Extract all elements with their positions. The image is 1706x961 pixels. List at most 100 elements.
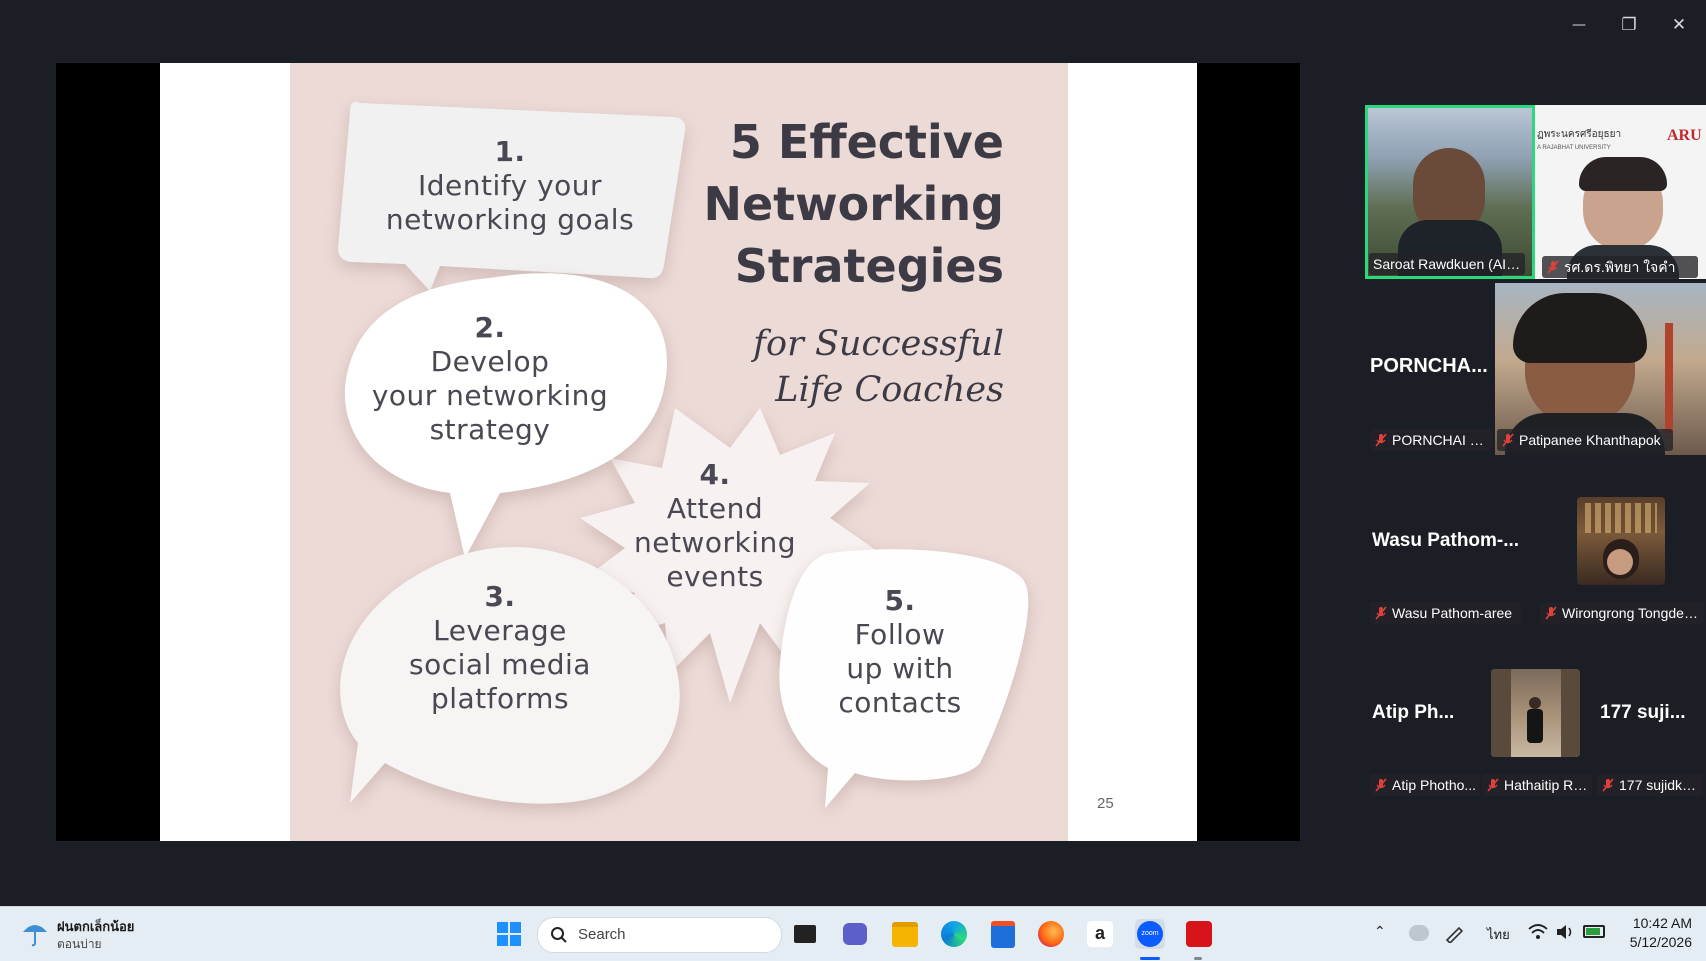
edge-button[interactable] <box>939 919 969 949</box>
participant-tile-wirongrong[interactable]: Wirongrong Tongdee... <box>1535 478 1706 628</box>
acrobat-button[interactable] <box>1184 919 1214 949</box>
bubble-4-text: 4. Attend networking events <box>590 458 840 594</box>
weather-period: ตอนบ่าย <box>57 937 102 951</box>
participant-display-name: Atip Ph... <box>1372 702 1455 723</box>
close-button[interactable]: ✕ <box>1656 8 1702 42</box>
bubble-3-line-1: Leverage <box>433 614 567 647</box>
subtitle-line-1: for Successful <box>753 324 1004 364</box>
bubble-4-line-1: Attend <box>666 492 764 525</box>
title-line-2: Networking <box>703 177 1004 231</box>
file-explorer-button[interactable] <box>890 919 920 949</box>
wifi-icon[interactable] <box>1528 923 1548 941</box>
weather-widget[interactable] <box>20 918 50 948</box>
battery-icon[interactable] <box>1583 925 1605 938</box>
restore-icon: ❐ <box>1621 15 1637 35</box>
task-view-icon <box>794 925 816 943</box>
participant-video <box>1368 108 1532 276</box>
slide-title: 5 Effective Networking Strategies <box>703 111 1004 297</box>
clock-date[interactable]: 5/12/2026 <box>1628 934 1692 950</box>
search-box[interactable]: Search <box>537 917 782 953</box>
participant-tile-wasu[interactable]: Wasu Pathom-... Wasu Pathom-aree <box>1365 478 1535 628</box>
bubble-2-number: 2. <box>474 311 506 344</box>
bubble-3-line-3: platforms <box>430 682 570 715</box>
teams-icon <box>843 923 867 945</box>
participant-name-label: Wasu Pathom-aree <box>1370 602 1521 624</box>
slide-subtitle: for Successful Life Coaches <box>753 321 1004 413</box>
muted-mic-icon <box>1547 260 1559 274</box>
participant-name-label: Hathaitip Ro... <box>1482 774 1592 796</box>
slide-page-number: 25 <box>1097 795 1114 812</box>
acrobat-icon <box>1186 921 1212 947</box>
pen-icon[interactable] <box>1444 923 1466 945</box>
bubble-5-number: 5. <box>884 584 916 617</box>
volume-icon[interactable] <box>1555 923 1575 941</box>
store-icon <box>991 920 1015 948</box>
participant-tile-saroat[interactable]: Saroat Rawdkuen (AI-MF... <box>1365 105 1535 279</box>
amazon-button[interactable]: a <box>1085 919 1115 949</box>
muted-mic-icon <box>1375 433 1387 447</box>
participant-tile-patipanee[interactable]: Patipanee Khanthapok <box>1495 283 1706 455</box>
folder-icon <box>892 921 918 947</box>
store-button[interactable] <box>988 919 1018 949</box>
task-view-button[interactable] <box>790 919 820 949</box>
muted-mic-icon <box>1375 606 1387 620</box>
university-banner-subtext: A RAJABHAT UNIVERSITY <box>1537 145 1611 151</box>
participant-name-text: รศ.ดร.พิทยา ใจคำ <box>1564 259 1676 275</box>
edge-icon <box>941 921 967 947</box>
zoom-button[interactable]: zoom <box>1135 919 1165 949</box>
weather-condition: ฝนตกเล็กน้อย <box>57 919 135 934</box>
participant-display-name: Wasu Pathom-... <box>1372 530 1520 551</box>
firefox-button[interactable] <box>1036 919 1066 949</box>
bubble-5-text: 5. Follow up with contacts <box>790 584 1010 720</box>
participant-name-label: PORNCHAI RA... <box>1370 429 1493 451</box>
participant-tile-pornchai[interactable]: PORNCHA... PORNCHAI RA... <box>1365 283 1495 455</box>
participant-video <box>1491 669 1580 757</box>
bubble-2-text: 2. Develop your networking strategy <box>350 311 630 447</box>
bubble-4-line-2: networking <box>633 526 796 559</box>
search-placeholder: Search <box>578 926 626 943</box>
input-language-indicator[interactable]: ไทย <box>1487 924 1510 945</box>
muted-mic-icon <box>1602 778 1614 792</box>
bubble-2-line-2: your networking <box>371 379 609 412</box>
bubble-3-text: 3. Leverage social media platforms <box>360 580 640 716</box>
participant-name-label: รศ.ดร.พิทยา ใจคำ <box>1542 256 1698 278</box>
participant-video: ฏพระนครศรีอยุธยา A RAJABHAT UNIVERSITY A… <box>1535 105 1706 279</box>
participant-name-text: Wasu Pathom-aree <box>1392 605 1513 621</box>
university-logo: ARU <box>1667 127 1702 144</box>
windows-logo-icon <box>497 922 521 946</box>
participant-name-label: Wirongrong Tongdee... <box>1540 602 1704 624</box>
participant-video <box>1577 497 1665 585</box>
participant-name-text: Wirongrong Tongdee... <box>1562 605 1704 621</box>
participant-tile-atip[interactable]: Atip Ph... Atip Photho... <box>1365 650 1480 800</box>
participant-name-text: Patipanee Khanthapok <box>1519 432 1661 448</box>
clock-time[interactable]: 10:42 AM <box>1628 915 1692 931</box>
show-hidden-icons-button[interactable]: ⌃ <box>1374 923 1386 940</box>
muted-mic-icon <box>1487 778 1499 792</box>
zoom-icon: zoom <box>1137 921 1163 947</box>
slide-poster: 5 Effective Networking Strategies for Su… <box>290 63 1068 841</box>
participant-tile-pittaya[interactable]: ฏพระนครศรีอยุธยา A RAJABHAT UNIVERSITY A… <box>1535 105 1706 279</box>
muted-mic-icon <box>1375 778 1387 792</box>
bubble-5-line-1: Follow <box>854 618 946 651</box>
title-line-1: 5 Effective <box>729 115 1004 169</box>
participant-tile-sujidka[interactable]: 177 suji... 177 sujidka... <box>1593 650 1706 800</box>
participant-name-text: 177 sujidka... <box>1619 777 1702 793</box>
bubble-1-text: 1. Identify your networking goals <box>365 135 655 237</box>
participant-tile-hathaitip[interactable]: Hathaitip Ro... <box>1480 650 1593 800</box>
bubble-3-line-2: social media <box>409 648 591 681</box>
participant-display-name: 177 suji... <box>1600 702 1686 723</box>
start-button[interactable] <box>494 919 524 949</box>
umbrella-icon <box>23 925 47 947</box>
firefox-icon <box>1038 921 1064 947</box>
close-icon: ✕ <box>1671 15 1687 35</box>
bubble-5-line-2: up with <box>846 652 954 685</box>
restore-button[interactable]: ❐ <box>1606 8 1652 42</box>
participant-name-label: Saroat Rawdkuen (AI-MF... <box>1369 253 1525 275</box>
minimize-button[interactable]: — <box>1556 8 1602 42</box>
bubble-1-number: 1. <box>494 135 526 168</box>
muted-mic-icon <box>1502 433 1514 447</box>
teams-button[interactable] <box>840 919 870 949</box>
participant-display-name: PORNCHA... <box>1370 355 1488 377</box>
onedrive-icon[interactable] <box>1409 925 1429 941</box>
participant-name-label: 177 sujidka... <box>1597 774 1703 796</box>
